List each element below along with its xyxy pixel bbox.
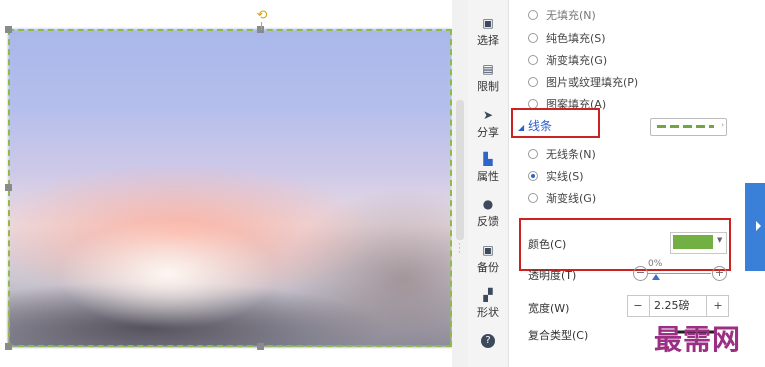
toolbar-select-label: 选择 <box>477 34 499 47</box>
radio-icon <box>528 55 538 65</box>
selected-picture[interactable] <box>8 29 452 347</box>
collapse-triangle-icon: ◢ <box>518 123 525 132</box>
fill-option-label: 纯色填充(S) <box>546 32 606 45</box>
toolbar-properties[interactable]: ▙ 属性 <box>468 153 508 184</box>
opacity-decrease-button[interactable]: − <box>633 266 648 281</box>
toolbar-backup-label: 备份 <box>477 261 499 274</box>
toolbar-help[interactable]: ? <box>468 333 508 350</box>
fill-option-label: 渐变填充(G) <box>546 54 608 67</box>
radio-checked-icon <box>528 171 538 181</box>
restrict-icon: ▤ <box>482 62 494 76</box>
opacity-increase-button[interactable]: + <box>712 266 727 281</box>
toolbar-shape-label: 形状 <box>477 306 499 319</box>
collapse-arrow-icon <box>756 221 761 231</box>
radio-icon <box>528 77 538 87</box>
opacity-slider-thumb[interactable] <box>652 274 660 280</box>
line-section-title: 线条 <box>527 119 552 133</box>
width-increase-button[interactable]: + <box>708 296 728 316</box>
toolbar-properties-label: 属性 <box>477 170 499 183</box>
opacity-value: 0% <box>648 259 663 269</box>
color-swatch <box>673 235 713 249</box>
toolbar-restrict-label: 限制 <box>477 80 499 93</box>
line-option-gradient[interactable]: 渐变线(G) <box>528 190 596 206</box>
fill-option-label: 图片或纹理填充(P) <box>546 76 639 89</box>
toolbar-share-label: 分享 <box>477 126 499 139</box>
fill-option-none[interactable]: 无填充(N) <box>528 7 596 23</box>
line-option-label: 渐变线(G) <box>546 192 597 205</box>
toolbar-backup[interactable]: ▣ 备份 <box>468 244 508 275</box>
color-label: 颜色(C) <box>528 238 567 251</box>
help-icon: ? <box>481 334 495 348</box>
watermark: 最需网 <box>654 323 742 356</box>
resize-handle-bottom-center[interactable] <box>257 343 264 350</box>
fill-option-gradient[interactable]: 渐变填充(G) <box>528 52 607 68</box>
toolbar-select[interactable]: ▣ 选择 <box>468 17 508 48</box>
fill-option-picture[interactable]: 图片或纹理填充(P) <box>528 74 638 90</box>
properties-icon: ▙ <box>483 152 493 166</box>
width-decrease-button[interactable]: − <box>628 296 648 316</box>
radio-icon <box>528 149 538 159</box>
width-value[interactable]: 2.25磅 <box>649 296 707 316</box>
rotate-handle-icon[interactable]: ⟲ <box>256 9 268 23</box>
toolbar-restrict[interactable]: ▤ 限制 <box>468 63 508 94</box>
compound-type-label: 复合类型(C) <box>528 329 589 342</box>
resize-handle-top-left[interactable] <box>5 26 12 33</box>
radio-icon <box>528 33 538 43</box>
line-option-solid[interactable]: 实线(S) <box>528 168 584 184</box>
toolbar-feedback-label: 反馈 <box>477 215 499 228</box>
shape-icon: ▞ <box>483 288 493 302</box>
fill-option-label: 无填充(N) <box>546 9 596 22</box>
resize-handle-middle-left[interactable] <box>5 184 12 191</box>
opacity-label: 透明度(T) <box>528 269 577 282</box>
line-style-dropdown[interactable]: › <box>650 118 727 136</box>
line-option-label: 实线(S) <box>546 170 584 183</box>
dashed-line-preview <box>657 125 714 128</box>
scrollbar-thumb[interactable] <box>456 100 464 240</box>
line-section-header[interactable]: ◢ 线条 <box>518 117 552 134</box>
width-stepper[interactable]: − 2.25磅 + <box>627 295 729 317</box>
toolbar-shape[interactable]: ▞ 形状 <box>468 289 508 320</box>
fill-option-solid[interactable]: 纯色填充(S) <box>528 30 606 46</box>
document-canvas: ⟲ <box>0 0 452 367</box>
panel-collapse-tab[interactable] <box>745 183 765 271</box>
line-option-none[interactable]: 无线条(N) <box>528 146 596 162</box>
select-icon: ▣ <box>482 16 494 30</box>
dropdown-arrow-icon: › <box>721 121 724 129</box>
side-toolbar: ▣ 选择 ▤ 限制 ➤ 分享 ▙ 属性 ● 反馈 ▣ 备份 ▞ 形状 ? <box>468 0 509 367</box>
line-option-label: 无线条(N) <box>546 148 596 161</box>
toolbar-share[interactable]: ➤ 分享 <box>468 109 508 140</box>
share-icon: ➤ <box>482 108 494 122</box>
panel-resize-grip-icon[interactable]: · · · <box>458 241 461 258</box>
radio-icon <box>528 10 538 20</box>
backup-icon: ▣ <box>482 243 494 257</box>
toolbar-feedback[interactable]: ● 反馈 <box>468 198 508 229</box>
width-label: 宽度(W) <box>528 302 570 315</box>
dropdown-arrow-icon[interactable]: ▼ <box>717 236 722 244</box>
resize-handle-bottom-left[interactable] <box>5 343 12 350</box>
feedback-icon: ● <box>482 197 494 211</box>
radio-icon <box>528 193 538 203</box>
rotate-stem <box>261 22 262 30</box>
